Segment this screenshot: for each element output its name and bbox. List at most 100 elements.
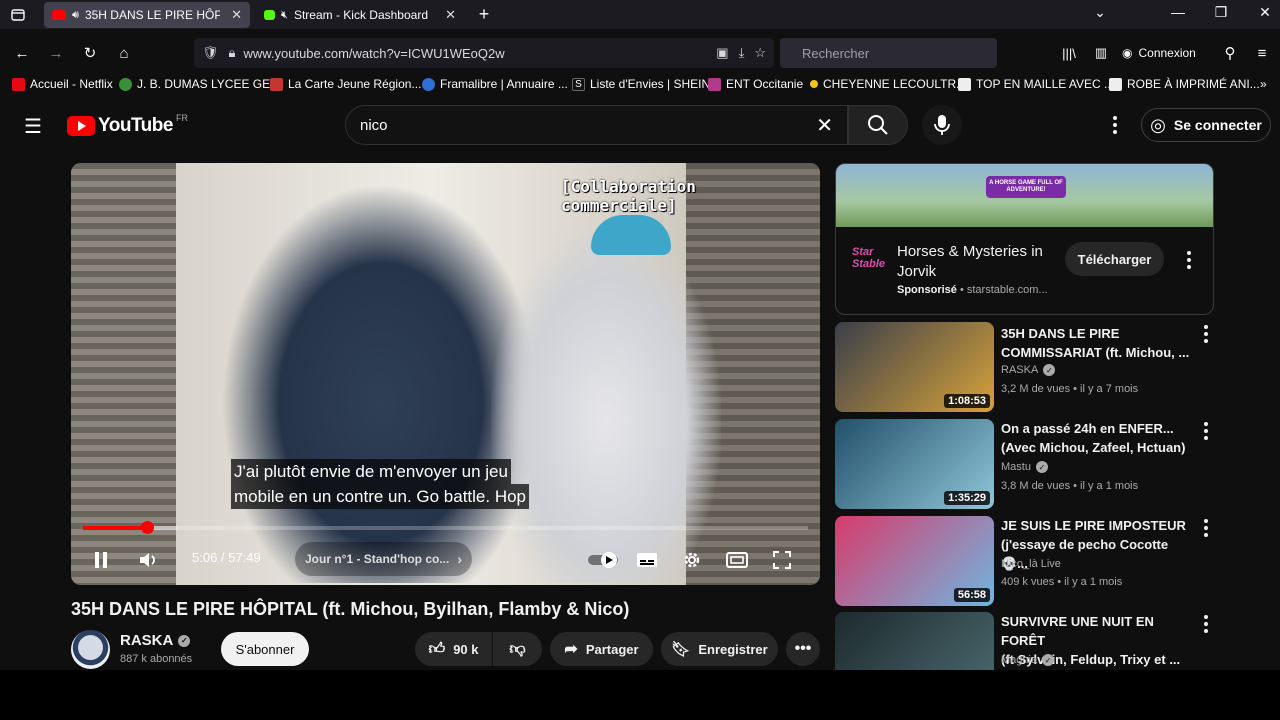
pip-icon[interactable]: ▣ [716,45,728,61]
back-icon[interactable]: ← [8,38,36,68]
dislike-button[interactable]: 👎︎ [493,632,542,666]
pause-button[interactable] [83,542,119,578]
bookmark-dot-icon [810,80,818,88]
url-bar[interactable]: 🛡︎ 🔒︎ www.youtube.com/watch?v=ICWU1WEoQ2… [194,38,774,68]
bookmark-item[interactable]: ROBE À IMPRIMÉ ANI... [1109,77,1260,91]
video-thumbnail[interactable] [835,612,994,670]
more-actions-button[interactable]: ••• [786,632,820,666]
muted-speaker-icon[interactable]: 🔇︎ [281,9,288,22]
account-button[interactable]: ◉ Connexion [1122,40,1196,66]
subtitles: J'ai plutôt envie de m'envoyer un jeu mo… [231,459,530,509]
volume-button[interactable] [131,542,167,578]
bookmarks-overflow-icon[interactable]: » [1260,77,1267,91]
sign-in-button[interactable]: ◎ Se connecter [1141,108,1271,142]
recommendation-channel[interactable]: Nico_là Live [1001,558,1061,570]
tab-youtube[interactable]: 🔊︎ 35H DANS LE PIRE HÔPITAL ✕ [44,2,250,28]
youtube-search-input[interactable]: nico ✕ [345,105,848,145]
youtube-logo[interactable]: YouTube FR [67,113,188,137]
minimize-icon[interactable]: — [1163,4,1193,20]
recommendation-menu-icon[interactable] [1196,612,1216,636]
close-tab-icon[interactable]: ✕ [445,7,456,23]
subtitles-button[interactable] [629,542,665,578]
tab-kick[interactable]: 🔇︎ Stream - Kick Dashboard ✕ [256,2,464,28]
recommendation-item[interactable]: SURVIVRE UNE NUIT EN FORÊT (ft Sylvain, … [835,612,1225,670]
recommendation-title[interactable]: On a passé 24h en ENFER... (Avec Michou,… [1001,419,1191,457]
ad-banner-image[interactable]: A HORSE GAME FULL OF ADVENTURE! [836,164,1213,227]
like-button[interactable]: 👍︎ 90 k [415,632,492,666]
chevron-down-icon[interactable]: ⌄ [1085,4,1115,21]
recommendation-item[interactable]: 56:58 JE SUIS LE PIRE IMPOSTEUR (j'essay… [835,516,1225,606]
channel-name[interactable]: RASKA ✓ [120,632,191,649]
ad-title[interactable]: Horses & Mysteries in Jorvik [897,242,1067,282]
url-text[interactable]: www.youtube.com/watch?v=ICWU1WEoQ2w [243,46,504,61]
bookmark-item[interactable]: J. B. DUMAS LYCEE GE... [119,77,280,91]
recommendation-channel[interactable]: Maghia ✓ [1001,654,1055,666]
recommendation-menu-icon[interactable] [1196,516,1216,540]
bookmark-item[interactable]: La Carte Jeune Région... [270,77,421,91]
fullscreen-button[interactable] [764,542,800,578]
recommendation-item[interactable]: 1:35:29 On a passé 24h en ENFER... (Avec… [835,419,1225,509]
download-button[interactable]: Télécharger [1065,242,1164,276]
channel-label[interactable]: Mastu [1001,461,1031,473]
bookmark-item[interactable]: Accueil - Netflix [12,77,113,91]
bookmark-item[interactable]: Framalibre | Annuaire ... [422,77,568,91]
new-tab-button[interactable]: + [469,4,499,25]
close-tab-icon[interactable]: ✕ [231,7,242,23]
scrubber-handle[interactable] [140,521,154,534]
bookmark-item[interactable]: ENT Occitanie [708,77,803,91]
settings-button[interactable] [674,542,710,578]
video-player[interactable]: [Collaboration commerciale] J'ai plutôt … [71,163,820,585]
home-icon[interactable]: ⌂ [110,38,138,68]
account-circle-icon: ◎ [1150,114,1166,135]
extensions-icon[interactable]: ⚲ [1216,38,1244,68]
channel-name-text[interactable]: RASKA [120,632,173,649]
tab-list-icon[interactable] [4,0,32,29]
speaker-icon[interactable]: 🔊︎ [72,9,79,22]
channel-label[interactable]: RASKA [1001,364,1038,376]
subscribe-button[interactable]: S'abonner [221,632,309,666]
channel-avatar[interactable] [71,630,110,669]
hamburger-menu-icon[interactable]: ☰ [19,111,47,141]
sponsored-ad-card[interactable]: A HORSE GAME FULL OF ADVENTURE! Star Sta… [835,163,1214,315]
channel-label[interactable]: Maghia [1001,654,1037,666]
search-button[interactable] [848,105,908,145]
save-button[interactable]: 🔖︎ Enregistrer [661,632,778,666]
ad-menu-icon[interactable] [1179,248,1199,272]
recommendation-item[interactable]: 1:08:53 35H DANS LE PIRE COMMISSARIAT (f… [835,322,1225,412]
share-button[interactable]: ➦ Partager [550,632,653,666]
search-value[interactable]: nico [360,117,388,134]
bookmark-item[interactable]: CHEYENNE LECOULTR... [810,77,966,91]
close-window-icon[interactable]: ✕ [1250,4,1280,21]
recommendation-menu-icon[interactable] [1196,419,1216,443]
reload-icon[interactable]: ↻ [76,38,104,68]
browser-search-field[interactable]: Rechercher [780,38,997,68]
voice-search-button[interactable] [922,105,962,145]
video-thumbnail[interactable]: 1:35:29 [835,419,994,509]
recommendation-channel[interactable]: RASKA ✓ [1001,364,1056,376]
menu-icon[interactable]: ≡ [1248,38,1276,68]
sidebar-icon[interactable]: ▥ [1087,38,1115,68]
chapter-button[interactable]: Jour n°1 - Stand'hop co... › [295,542,472,576]
video-thumbnail[interactable]: 56:58 [835,516,994,606]
bookmark-item[interactable]: TOP EN MAILLE AVEC ... [958,77,1114,91]
download-page-icon[interactable]: ⤓ [739,45,745,61]
recommendation-menu-icon[interactable] [1196,322,1216,346]
theater-mode-button[interactable] [719,542,755,578]
bookmark-star-icon[interactable]: ☆ [754,45,766,61]
autoplay-toggle[interactable] [584,542,624,578]
time-display: 5:06 / 57:49 [192,550,261,565]
clear-search-icon[interactable]: ✕ [816,113,833,138]
lock-icon[interactable]: 🔒︎ [229,45,236,61]
channel-label[interactable]: Nico_là Live [1001,558,1061,570]
bookmark-item[interactable]: S Liste d'Envies | SHEIN [572,77,710,91]
library-icon[interactable]: |||\ [1055,38,1083,68]
recommendation-channel[interactable]: Mastu ✓ [1001,461,1048,473]
recommendation-title[interactable]: 35H DANS LE PIRE COMMISSARIAT (ft. Micho… [1001,324,1191,362]
progress-bar[interactable] [83,521,808,534]
settings-menu-icon[interactable] [1105,113,1125,137]
chapter-title: Jour n°1 - Stand'hop co... [305,552,450,566]
maximize-icon[interactable]: ❐ [1206,4,1236,21]
video-thumbnail[interactable]: 1:08:53 [835,322,994,412]
shield-icon[interactable]: 🛡︎ [202,45,219,61]
forward-icon[interactable]: → [42,38,70,68]
